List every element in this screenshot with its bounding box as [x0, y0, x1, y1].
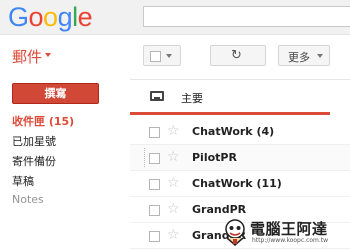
more-button-label: 更多 — [288, 51, 310, 64]
drag-handle[interactable] — [144, 148, 147, 167]
logo-letter: g — [57, 2, 73, 32]
logo-letter: e — [77, 2, 93, 32]
refresh-button[interactable]: ↻ — [210, 45, 266, 66]
google-logo[interactable]: Google — [8, 2, 93, 32]
logo-letter: o — [43, 2, 58, 32]
star-icon[interactable]: ☆ — [167, 201, 180, 217]
message-checkbox[interactable] — [149, 153, 160, 164]
message-row[interactable]: ☆ ChatWork (11) — [130, 171, 350, 197]
message-row[interactable]: ☆ ChatWork (4) — [130, 119, 350, 145]
select-all-button[interactable] — [143, 45, 181, 66]
compose-button[interactable]: 撰寫 — [12, 83, 99, 104]
watermark: 電腦王阿達 http://www.koopc.com.tw — [222, 216, 350, 250]
message-sender: ChatWork (4) — [192, 125, 275, 138]
tab-primary[interactable]: 主要 — [130, 80, 330, 115]
logo-letter: G — [8, 2, 29, 32]
message-checkbox[interactable] — [149, 127, 160, 138]
mail-menu-title[interactable]: 郵件 — [12, 46, 42, 67]
refresh-icon: ↻ — [231, 48, 242, 63]
sidebar-item-sent[interactable]: 寄件備份 — [12, 153, 56, 169]
message-checkbox[interactable] — [149, 179, 160, 190]
chevron-down-icon — [317, 54, 323, 58]
active-tab-indicator — [130, 112, 330, 115]
star-icon[interactable]: ☆ — [167, 123, 180, 139]
star-icon[interactable]: ☆ — [167, 149, 180, 165]
message-checkbox[interactable] — [149, 205, 160, 216]
sidebar-item-starred[interactable]: 已加星號 — [12, 133, 56, 149]
star-icon[interactable]: ☆ — [167, 175, 180, 191]
mascot-icon — [225, 219, 245, 246]
watermark-name: 電腦王阿達 — [250, 220, 328, 238]
sidebar-item-inbox[interactable]: 收件匣 (15) — [12, 113, 74, 129]
sidebar-item-notes[interactable]: Notes — [12, 193, 44, 206]
search-input[interactable] — [143, 6, 350, 27]
message-row[interactable]: ☆ PilotPR — [130, 145, 350, 171]
watermark-url: http://www.koopc.com.tw — [252, 237, 329, 244]
message-sender: GrandPR — [192, 203, 247, 216]
select-checkbox[interactable] — [150, 51, 161, 62]
logo-letter: o — [28, 2, 44, 32]
message-checkbox[interactable] — [149, 231, 160, 242]
inbox-tray-icon-notch — [154, 94, 160, 99]
message-sender: PilotPR — [192, 151, 237, 164]
tab-primary-label: 主要 — [181, 92, 203, 105]
sidebar-item-drafts[interactable]: 草稿 — [12, 173, 34, 189]
chevron-down-icon[interactable] — [45, 53, 51, 57]
chevron-down-icon — [166, 54, 172, 58]
more-button[interactable]: 更多 — [278, 45, 330, 66]
message-sender: ChatWork (11) — [192, 177, 282, 190]
star-icon[interactable]: ☆ — [167, 227, 180, 243]
